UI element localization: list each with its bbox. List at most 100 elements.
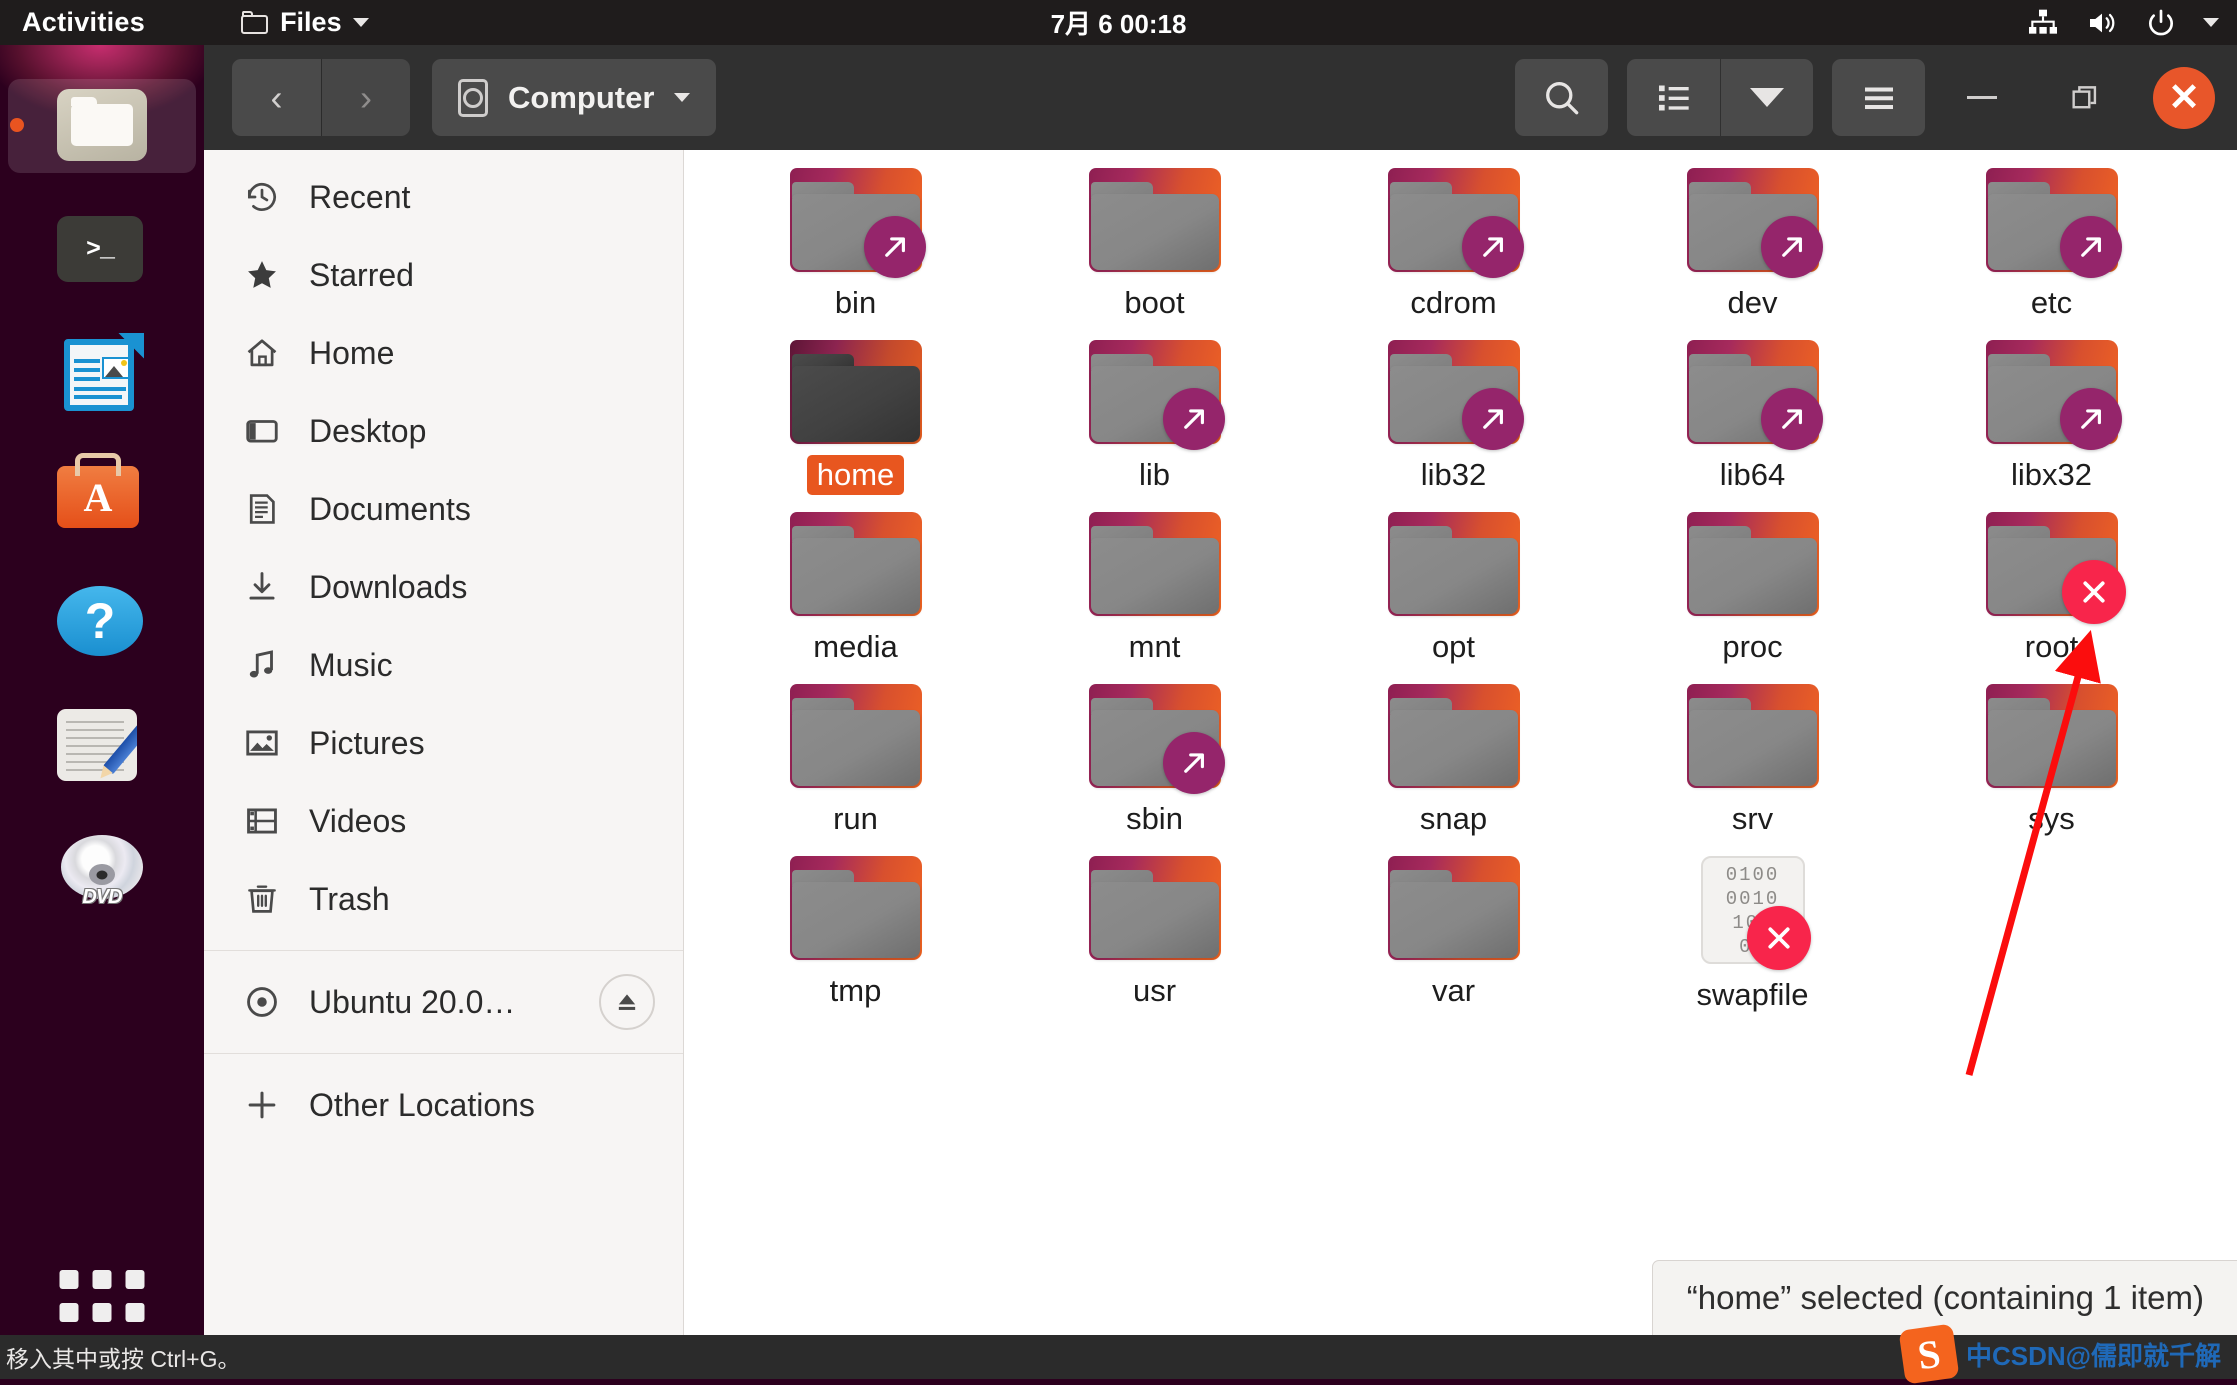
chevron-down-icon [2203, 18, 2219, 27]
file-label: dev [1718, 283, 1788, 323]
dock-item-libreoffice-writer[interactable] [0, 311, 204, 435]
sidebar-item-other-locations[interactable]: Other Locations [204, 1066, 683, 1144]
help-icon: ? [57, 576, 147, 666]
download-arrow-icon [242, 567, 282, 607]
forward-button[interactable]: › [321, 59, 410, 136]
file-label: lib [1129, 455, 1180, 495]
sidebar-item-downloads[interactable]: Downloads [204, 548, 683, 626]
file-label: sbin [1116, 799, 1193, 839]
sidebar-item-music[interactable]: Music [204, 626, 683, 704]
file-item[interactable]: var [1304, 856, 1603, 1028]
dock-item-files[interactable] [0, 63, 204, 187]
file-item[interactable]: mnt [1005, 512, 1304, 684]
sidebar-item-ubuntu-disc[interactable]: Ubuntu 20.0… [204, 963, 683, 1041]
eject-icon [613, 988, 641, 1016]
activities-button[interactable]: Activities [22, 7, 145, 38]
file-item[interactable]: home [706, 340, 1005, 512]
dock-item-dvd-drive[interactable]: DVD [0, 807, 204, 931]
view-options-button[interactable] [1720, 59, 1813, 136]
file-label: boot [1114, 283, 1194, 323]
file-item[interactable]: srv [1603, 684, 1902, 856]
app-menu-label: Files [280, 7, 342, 38]
file-item[interactable]: run [706, 684, 1005, 856]
file-item[interactable]: usr [1005, 856, 1304, 1028]
folder-icon [1986, 340, 2118, 444]
file-label: lib64 [1710, 455, 1796, 495]
back-button[interactable]: ‹ [232, 59, 321, 136]
folder-icon [790, 512, 922, 616]
files-window: ‹ › Computer [204, 45, 2237, 1335]
sidebar-divider [204, 1053, 683, 1054]
files-icon [57, 80, 147, 170]
dock-item-terminal[interactable]: >_ [0, 187, 204, 311]
sidebar-item-home[interactable]: Home [204, 314, 683, 392]
dock-item-help[interactable]: ? [0, 559, 204, 683]
clock[interactable]: 7月 6 00:18 [1051, 4, 1187, 41]
folder-icon [1388, 512, 1520, 616]
desktop-icon [242, 411, 282, 451]
file-item[interactable]: media [706, 512, 1005, 684]
path-button-computer[interactable]: Computer [432, 59, 716, 136]
folder-icon [1089, 340, 1221, 444]
picture-icon [242, 723, 282, 763]
file-item[interactable]: 0100001010001swapfile [1603, 856, 1902, 1028]
dock-item-ubuntu-software[interactable]: A [0, 435, 204, 559]
folder-icon [790, 684, 922, 788]
list-view-button[interactable] [1627, 59, 1720, 136]
file-label: bin [825, 283, 886, 323]
sogou-ime-watermark: S 中CSDN@儒即就千解 [1902, 1327, 2221, 1381]
file-item[interactable]: boot [1005, 168, 1304, 340]
file-item[interactable]: dev [1603, 168, 1902, 340]
search-button[interactable] [1515, 59, 1608, 136]
file-item[interactable]: libx32 [1902, 340, 2201, 512]
file-item[interactable]: root [1902, 512, 2201, 684]
sidebar-item-label: Downloads [309, 569, 467, 606]
file-item[interactable]: proc [1603, 512, 1902, 684]
file-label: media [803, 627, 907, 667]
window-headerbar: ‹ › Computer [204, 45, 2237, 150]
folder-icon [1388, 684, 1520, 788]
file-view[interactable]: bin boot cdrom dev etc home lib lib32 lib64 libx3… [684, 150, 2237, 1335]
file-item[interactable]: lib [1005, 340, 1304, 512]
trash-icon [242, 879, 282, 919]
hard-drive-icon [458, 79, 488, 117]
file-item[interactable]: lib32 [1304, 340, 1603, 512]
file-item[interactable]: cdrom [1304, 168, 1603, 340]
navigation-buttons: ‹ › [232, 59, 410, 136]
sidebar-divider [204, 950, 683, 951]
headerbar-actions: ✕ [1496, 59, 2215, 136]
app-menu-files[interactable]: Files [241, 7, 369, 38]
main-menu-button[interactable] [1832, 59, 1925, 136]
ubuntu-dock: >_ A ? [0, 45, 204, 1379]
file-item[interactable]: snap [1304, 684, 1603, 856]
sidebar-item-documents[interactable]: Documents [204, 470, 683, 548]
folder-icon [1986, 168, 2118, 272]
sidebar-item-desktop[interactable]: Desktop [204, 392, 683, 470]
sidebar-item-videos[interactable]: Videos [204, 782, 683, 860]
folder-icon [1089, 856, 1221, 960]
file-item[interactable]: lib64 [1603, 340, 1902, 512]
symlink-badge-icon [1462, 216, 1524, 278]
file-item[interactable]: sys [1902, 684, 2201, 856]
access-denied-badge-icon [2062, 560, 2126, 624]
system-status-area[interactable] [2027, 7, 2219, 39]
dock-item-text-editor[interactable] [0, 683, 204, 807]
sidebar-item-trash[interactable]: Trash [204, 860, 683, 938]
file-item[interactable]: bin [706, 168, 1005, 340]
sidebar-item-starred[interactable]: Starred [204, 236, 683, 314]
file-item[interactable]: opt [1304, 512, 1603, 684]
sidebar-item-label: Home [309, 335, 394, 372]
minimize-button[interactable] [1935, 59, 2028, 136]
close-button[interactable]: ✕ [2153, 67, 2215, 129]
eject-button[interactable] [599, 974, 655, 1030]
maximize-button[interactable] [2038, 59, 2131, 136]
chevron-down-icon [674, 93, 690, 102]
file-item[interactable]: etc [1902, 168, 2201, 340]
sidebar-item-pictures[interactable]: Pictures [204, 704, 683, 782]
file-label: libx32 [2001, 455, 2102, 495]
sidebar-item-recent[interactable]: Recent [204, 158, 683, 236]
file-label: var [1422, 971, 1485, 1011]
file-item[interactable]: tmp [706, 856, 1005, 1028]
file-item[interactable]: sbin [1005, 684, 1304, 856]
places-sidebar: Recent Starred Home [204, 150, 684, 1335]
